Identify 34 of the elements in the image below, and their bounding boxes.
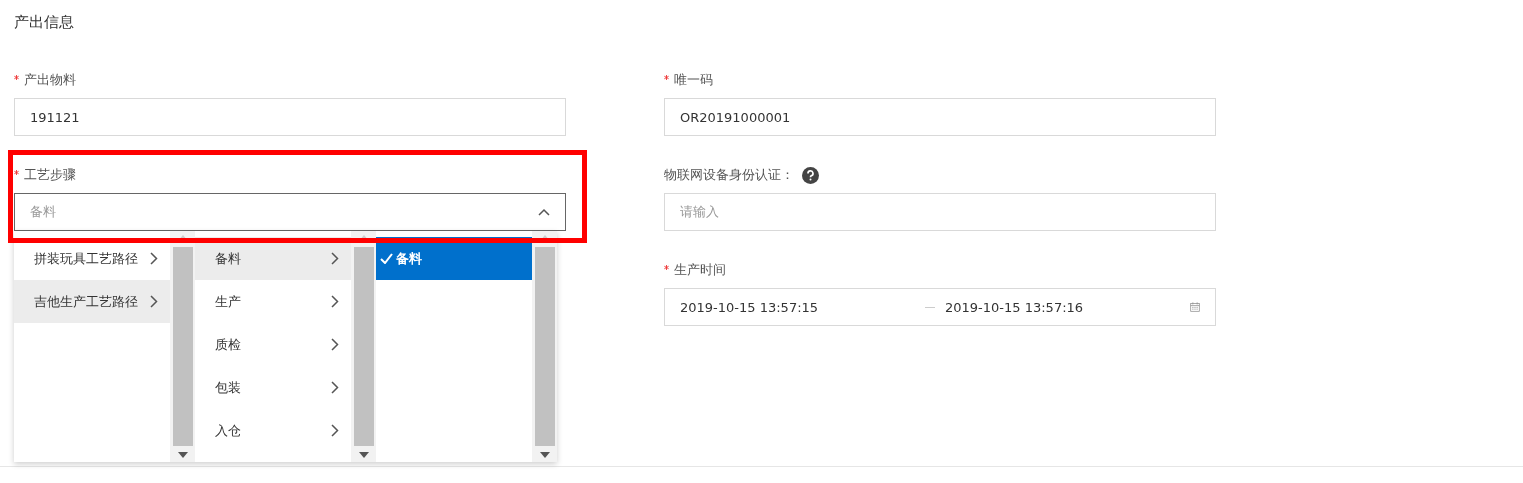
menu-item[interactable]: 质检 [195,323,351,366]
calendar-icon [1190,300,1200,314]
text-field[interactable]: OR20191000001 [664,98,1216,136]
chevron-right-icon [150,252,158,265]
text-field[interactable]: 191121 [14,98,566,136]
menu-item[interactable]: 备料 [376,237,532,280]
menu-item[interactable]: 包装 [195,366,351,409]
section-title: 产出信息 [14,12,75,32]
menu-item[interactable]: 吉他生产工艺路径 [14,280,170,323]
scrollbar[interactable] [351,231,376,462]
scrollbar[interactable] [532,231,557,462]
menu-item[interactable]: 备料 [195,237,351,280]
chevron-right-icon [331,338,339,351]
scroll-down-icon[interactable] [539,452,550,458]
field-label: 工艺步骤 [14,166,76,184]
chevron-right-icon [331,381,339,394]
field-label: 产出物料 [14,71,76,89]
check-icon [380,253,393,264]
field-label: 唯一码 [664,71,713,89]
menu-item[interactable]: 拼装玩具工艺路径 [14,237,170,280]
help-icon[interactable] [802,166,819,184]
chevron-right-icon [150,295,158,308]
scrollbar[interactable] [170,231,195,462]
date-range-field[interactable]: 2019-10-15 13:57:15 2019-10-15 13:57:16 [664,288,1216,326]
field-label: 物联网设备身份认证： [664,166,794,184]
caret-up-icon [538,208,550,216]
menu-item[interactable]: 生产 [195,280,351,323]
chevron-right-icon [331,295,339,308]
chevron-right-icon [331,424,339,437]
scroll-down-icon[interactable] [358,452,369,458]
scroll-down-icon[interactable] [177,452,188,458]
menu-item[interactable]: 入仓 [195,409,351,452]
chevron-right-icon [331,252,339,265]
field-label: 生产时间 [664,261,726,279]
